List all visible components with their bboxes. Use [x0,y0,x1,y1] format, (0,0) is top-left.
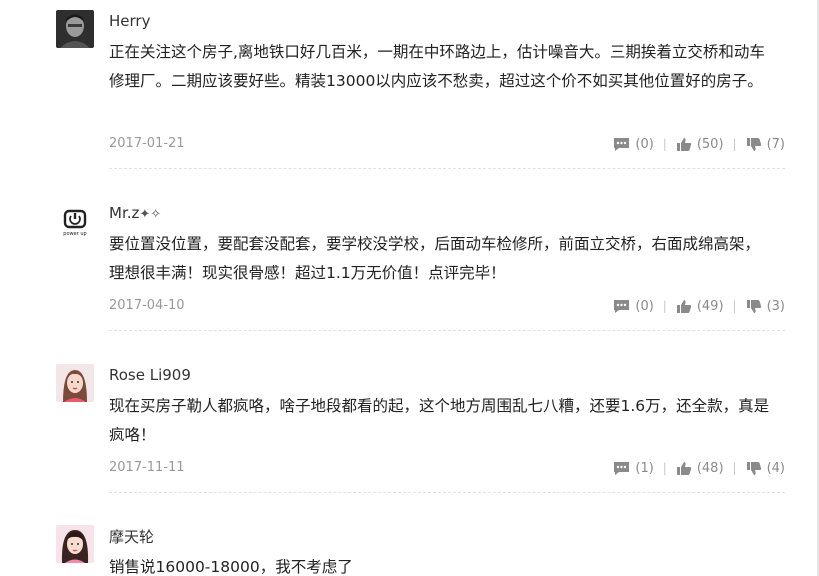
like-button[interactable]: (50) [676,137,724,152]
reply-count: (0) [635,136,654,152]
comment-divider [109,330,785,331]
username[interactable]: Mr.z✦✧ [109,203,161,225]
comment-text: 正在关注这个房子,离地铁口好几百米，一期在中环路边上，估计噪音大。三期挨着立交桥… [109,43,765,90]
like-button[interactable]: (49) [676,299,724,314]
like-count: (50) [696,136,724,152]
username[interactable]: Rose Li909 [109,365,191,385]
comment-date: 2017-04-10 [109,298,185,313]
comment-date: 2017-11-11 [109,460,185,475]
reply-count: (1) [635,460,654,476]
comment-actions: (0) | (49) | (3) [613,297,785,315]
avatar[interactable] [56,364,94,402]
avatar-caption: power up [63,231,86,237]
comment-divider [109,168,785,169]
dislike-button[interactable]: (7) [746,137,785,152]
comment-text: 要位置没位置，要配套没配套，要学校没学校，后面动车检修所，前面立交桥，右面成绵高… [109,235,761,282]
comment-actions: (1) | (48) | (4) [613,459,785,477]
thumbs-down-icon [746,137,761,151]
user-avatar-image [56,364,94,402]
reply-button[interactable]: (1) [613,460,654,476]
like-count: (49) [696,298,724,314]
like-button[interactable]: (48) [676,461,724,476]
comment-text: 销售说16000-18000，我不考虑了 [109,558,353,576]
comment-divider [109,492,785,493]
thumbs-down-icon [746,299,761,313]
user-avatar-image [56,10,94,48]
divider-bar: | [662,137,667,151]
dislike-button[interactable]: (4) [746,461,785,476]
thumbs-up-icon [676,461,691,475]
comment-list: Herry 正在关注这个房子,离地铁口好几百米，一期在中环路边上，估计噪音大。三… [0,0,819,576]
avatar[interactable]: power up [56,202,94,240]
comment-bubble-icon [614,137,630,151]
username-text: Mr.z [109,204,140,222]
thumbs-down-icon [746,461,761,475]
divider-bar: | [732,137,737,151]
comment-text: 现在买房子勒人都疯咯，啥子地段都看的起，这个地方周围乱七八糟，还要1.6万，还全… [109,397,770,444]
avatar[interactable] [56,10,94,48]
avatar[interactable] [56,525,94,563]
comment-bubble-icon [614,461,630,475]
reply-button[interactable]: (0) [613,136,654,152]
divider-bar: | [732,299,737,313]
user-avatar-image: power up [56,202,94,240]
thumbs-up-icon [676,137,691,151]
user-avatar-image [56,525,94,563]
like-count: (48) [696,460,724,476]
comment-actions: (0) | (50) | (7) [613,135,785,153]
comment-date: 2017-01-21 [109,136,185,151]
sparkle-icon: ✦✧ [139,207,162,222]
dislike-count: (3) [766,298,785,314]
username[interactable]: 摩天轮 [109,527,154,547]
thumbs-up-icon [676,299,691,313]
dislike-button[interactable]: (3) [746,299,785,314]
comment-bubble-icon [614,299,630,313]
divider-bar: | [662,461,667,475]
divider-bar: | [662,299,667,313]
dislike-count: (4) [766,460,785,476]
reply-count: (0) [635,298,654,314]
dislike-count: (7) [766,136,785,152]
username[interactable]: Herry [109,11,150,31]
divider-bar: | [732,461,737,475]
reply-button[interactable]: (0) [613,298,654,314]
